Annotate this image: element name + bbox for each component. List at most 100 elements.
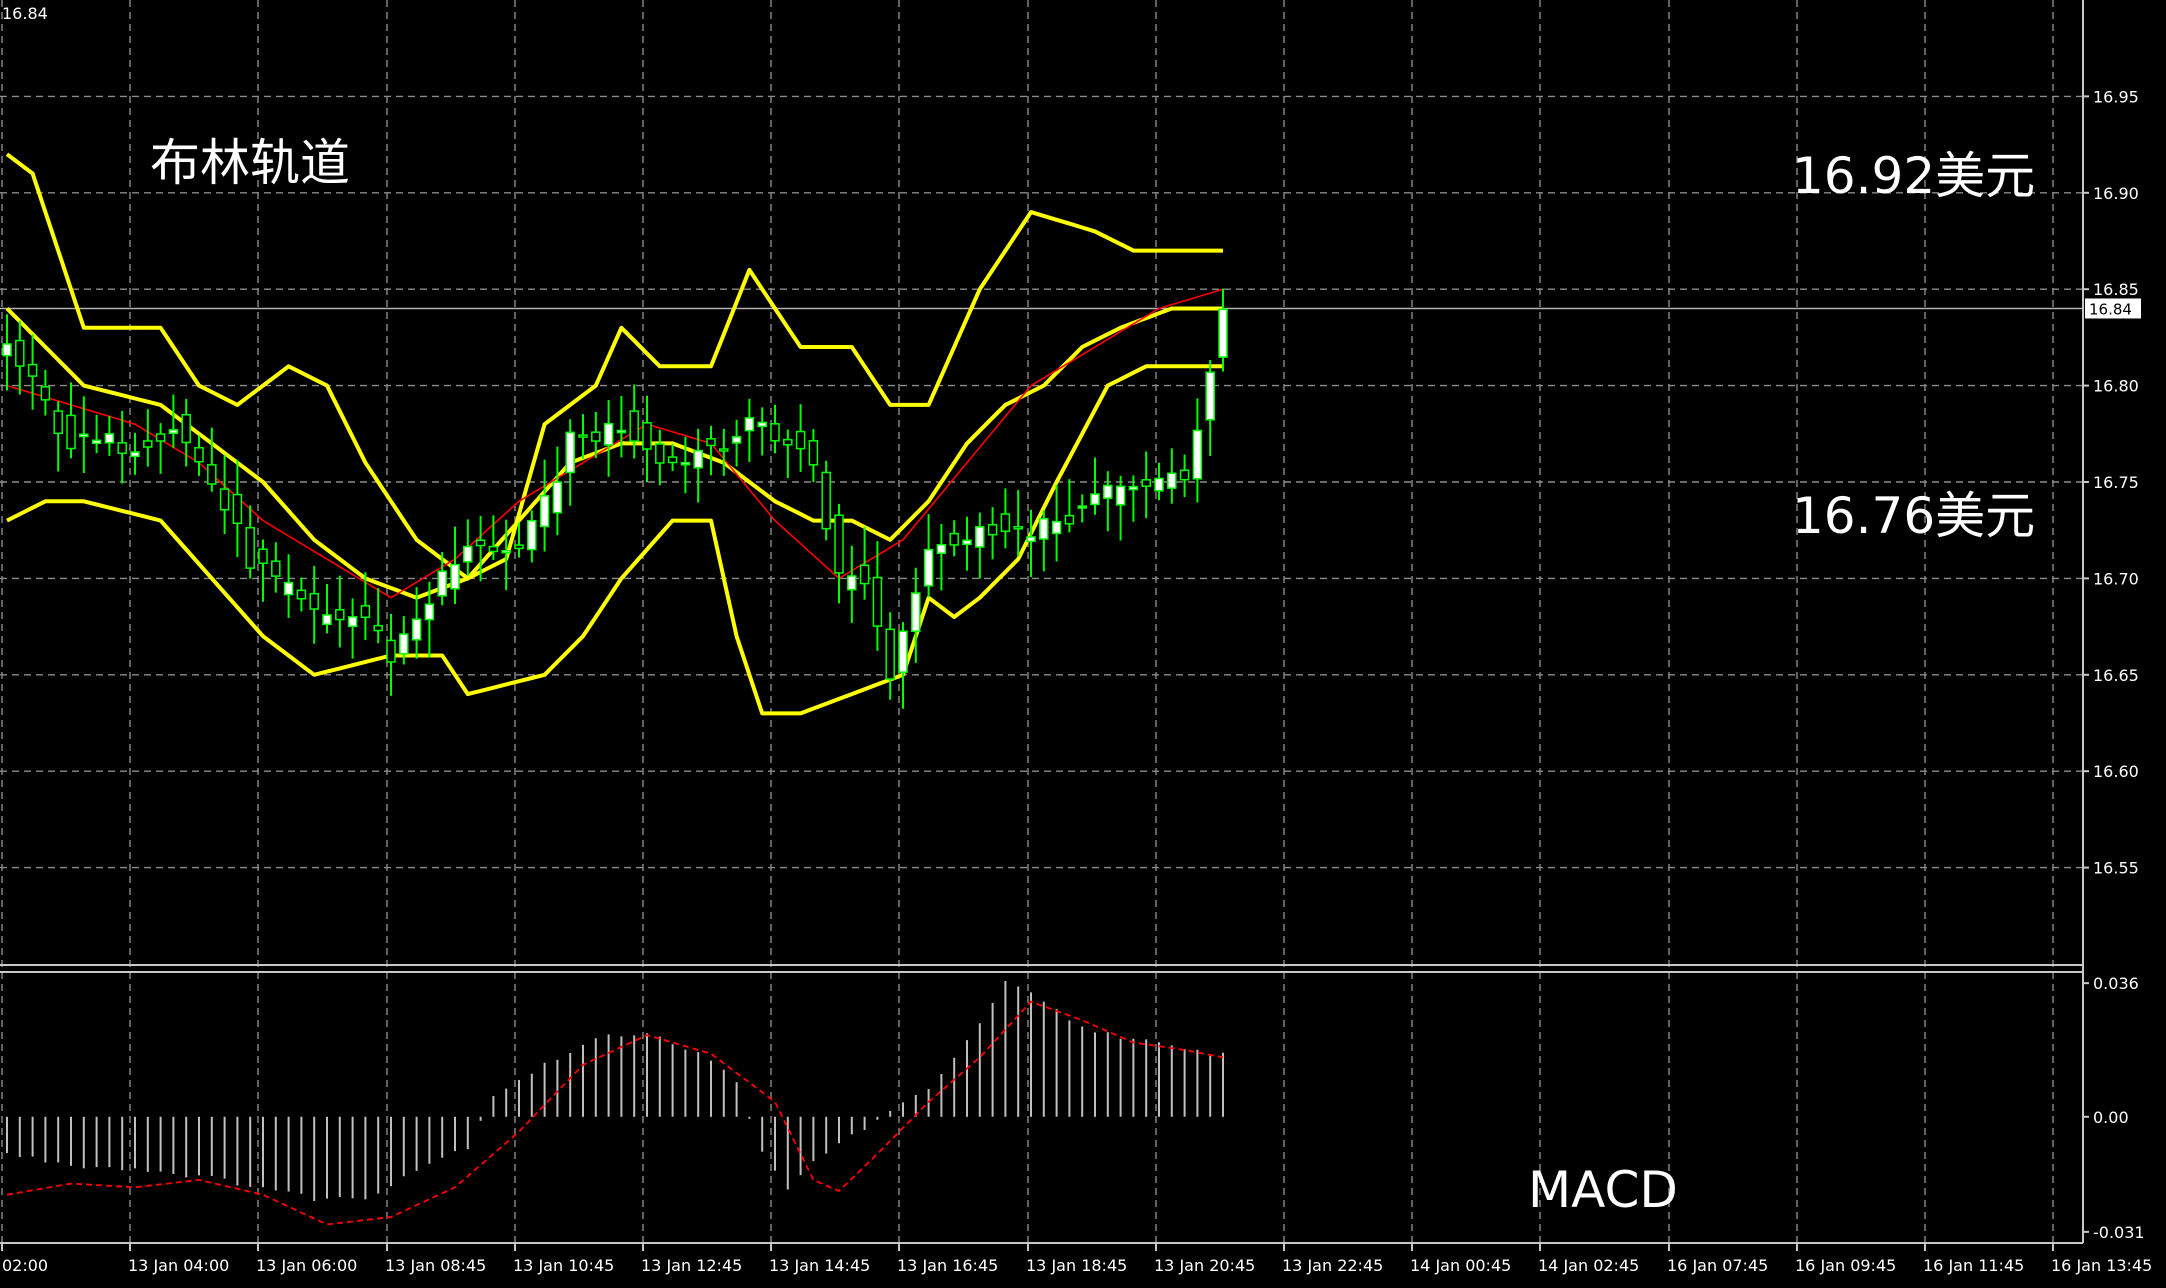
candle-body <box>591 431 601 442</box>
candle-body <box>962 539 972 546</box>
candle-body <box>1115 485 1126 506</box>
candle-body <box>40 386 51 401</box>
candle-body <box>911 592 921 632</box>
macd-y-tick-label: 0.036 <box>2093 974 2139 993</box>
candle-body <box>731 436 742 444</box>
x-tick-label: 16 Jan 07:45 <box>1667 1256 1768 1275</box>
candle-body <box>501 549 511 554</box>
y-tick-label: 16.55 <box>2093 859 2139 878</box>
x-tick-label: 13 Jan 12:45 <box>641 1256 742 1275</box>
candle-body <box>1141 479 1151 487</box>
candle-body <box>552 481 563 514</box>
candle-body <box>1192 429 1203 480</box>
candle-body <box>335 609 345 621</box>
candle-body <box>680 462 691 466</box>
candle-body <box>104 433 115 444</box>
candle-body <box>2 343 12 357</box>
candle-body <box>488 545 499 553</box>
x-tick-label: 16 Jan 09:45 <box>1795 1256 1896 1275</box>
x-tick-label: 13 Jan 14:45 <box>769 1256 870 1275</box>
x-tick-label: 14 Jan 02:45 <box>1538 1256 1639 1275</box>
candle-body <box>1064 514 1075 525</box>
candle-body <box>245 526 255 569</box>
candle-body <box>27 363 38 377</box>
candle-body <box>706 438 716 447</box>
candle-body <box>744 417 755 432</box>
candle-body <box>1128 485 1139 491</box>
x-tick-label: 13 Jan 06:00 <box>256 1256 357 1275</box>
candle-body <box>693 449 703 469</box>
y-tick-label: 16.70 <box>2093 569 2139 588</box>
y-tick-label: 16.75 <box>2093 473 2139 492</box>
candle-body <box>834 514 844 574</box>
candle-body <box>347 616 358 628</box>
candle-body <box>15 339 25 367</box>
candle-body <box>322 614 332 626</box>
candle-body <box>847 575 857 591</box>
candle-body <box>565 431 575 474</box>
candle-body <box>130 451 140 458</box>
candle-body <box>463 545 473 563</box>
candle-body <box>450 563 460 590</box>
x-tick-label: 13 Jan 18:45 <box>1026 1256 1127 1275</box>
chart-svg: 16.55 16.60 16.65 16.70 16.75 16.80 16.85 16.90… <box>0 0 2166 1288</box>
candle-body <box>719 448 729 452</box>
candle-body <box>271 560 281 577</box>
candle-body <box>309 592 319 610</box>
y-tick-label: 16.90 <box>2093 184 2139 203</box>
candle-body <box>859 564 870 585</box>
candle-body <box>475 539 486 547</box>
candle-body <box>1039 517 1049 540</box>
candle-body <box>757 421 767 428</box>
candle-body <box>1090 493 1100 506</box>
candle-body <box>66 414 76 450</box>
candle-body <box>514 544 524 550</box>
chart-title-bollinger: 布林轨道 <box>150 134 350 192</box>
candle-body <box>424 603 435 621</box>
candle-body <box>1000 513 1011 532</box>
candle-body <box>168 429 179 435</box>
y-tick-label: 16.85 <box>2093 280 2139 299</box>
candle-body <box>1154 477 1164 492</box>
candle-body <box>258 548 268 565</box>
candle-body <box>283 581 294 596</box>
corner-price-label: 16.84 <box>2 4 48 23</box>
x-tick-label: 13 Jan 10:45 <box>513 1256 614 1275</box>
y-tick-label: 16.95 <box>2093 87 2139 106</box>
candle-body <box>79 433 89 438</box>
y-tick-label: 16.60 <box>2093 762 2139 781</box>
candle-body <box>207 464 217 485</box>
candle-body <box>219 488 230 511</box>
candle-body <box>872 576 883 627</box>
x-tick-label: 13 Jan 16:45 <box>897 1256 998 1275</box>
candle-body <box>296 589 307 600</box>
macd-y-tick-label: -0.031 <box>2093 1223 2145 1242</box>
candle-body <box>1051 520 1062 535</box>
candle-body <box>949 532 959 546</box>
candle-body <box>91 439 102 445</box>
candle-body <box>578 434 588 438</box>
candle-body <box>885 628 895 680</box>
x-tick-label: 14 Jan 00:45 <box>1410 1256 1511 1275</box>
candle-body <box>936 544 947 554</box>
candle-body <box>232 493 243 525</box>
macd-y-tick-label: 0.00 <box>2093 1108 2129 1127</box>
candle-body <box>783 438 793 446</box>
candle-body <box>411 618 422 641</box>
candle-body <box>1218 308 1228 358</box>
candle-body <box>975 526 985 548</box>
annotation-lower-price: 16.76美元 <box>1792 487 2035 545</box>
macd-label: MACD <box>1528 1161 1678 1219</box>
candle-body <box>923 548 934 587</box>
candle-body <box>117 442 127 455</box>
candle-body <box>655 443 665 464</box>
candle-body <box>527 519 537 551</box>
candle-body <box>155 433 166 442</box>
x-tick-label: 13 Jan 22:45 <box>1282 1256 1383 1275</box>
candle-body <box>603 423 614 446</box>
candle-body <box>987 524 998 536</box>
x-tick-label: 02:00 <box>2 1256 48 1275</box>
candle-body <box>898 630 908 673</box>
candle-body <box>667 456 678 464</box>
candle-body <box>642 422 652 450</box>
